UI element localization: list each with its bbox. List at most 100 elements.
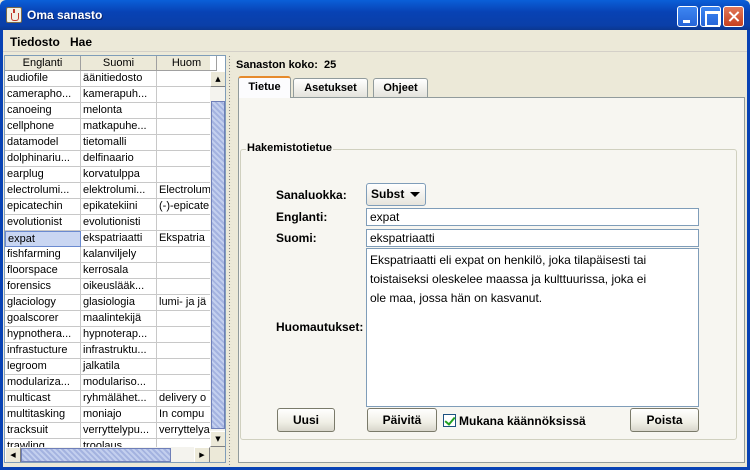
title-bar[interactable]: Oma sanasto xyxy=(0,0,750,30)
menu-search[interactable]: Hae xyxy=(70,35,92,49)
cell-notes[interactable]: In compu xyxy=(157,407,210,423)
cell-english[interactable]: cellphone xyxy=(5,119,81,135)
cell-english[interactable]: floorspace xyxy=(5,263,81,279)
cell-english[interactable]: fishfarming xyxy=(5,247,81,263)
cell-finnish[interactable]: hypnoterap... xyxy=(81,327,157,343)
cell-notes[interactable] xyxy=(157,343,210,359)
cell-finnish[interactable]: troolaus xyxy=(81,439,157,447)
cell-notes[interactable]: (-)-epicate xyxy=(157,199,210,215)
cell-finnish[interactable]: kamerapuh... xyxy=(81,87,157,103)
new-button[interactable]: Uusi xyxy=(277,408,335,432)
table-row[interactable]: hypnothera... hypnoterap... xyxy=(5,327,210,343)
cell-notes[interactable] xyxy=(157,263,210,279)
cell-finnish[interactable]: matkapuhe... xyxy=(81,119,157,135)
cell-notes[interactable] xyxy=(157,151,210,167)
table-row[interactable]: cameraphо... kamerapuh... xyxy=(5,87,210,103)
cell-english[interactable]: multicast xyxy=(5,391,81,407)
table-row[interactable]: datamodel tietomalli xyxy=(5,135,210,151)
cell-finnish[interactable]: korvatulppa xyxy=(81,167,157,183)
cell-english[interactable]: epicatechin xyxy=(5,199,81,215)
column-header-english[interactable]: Englanti xyxy=(5,56,81,71)
cell-finnish[interactable]: ekspatriaatti xyxy=(81,231,157,247)
column-header-finnish[interactable]: Suomi xyxy=(81,56,157,71)
cell-notes[interactable] xyxy=(157,119,210,135)
english-field[interactable]: expat xyxy=(366,208,699,226)
cell-notes[interactable] xyxy=(157,135,210,151)
cell-finnish[interactable]: glasiologia xyxy=(81,295,157,311)
cell-finnish[interactable]: epikatekiini xyxy=(81,199,157,215)
cell-notes[interactable]: verryttelya xyxy=(157,423,210,439)
update-button[interactable]: Päivitä xyxy=(367,408,437,432)
table-row[interactable]: modulariza... modulariso... xyxy=(5,375,210,391)
cell-notes[interactable] xyxy=(157,375,210,391)
delete-button[interactable]: Poista xyxy=(630,408,699,432)
cell-english[interactable]: dolphinariu... xyxy=(5,151,81,167)
cell-english[interactable]: earplug xyxy=(5,167,81,183)
cell-english[interactable]: glaciology xyxy=(5,295,81,311)
split-pane-divider[interactable] xyxy=(227,55,233,465)
scroll-up-arrow-icon[interactable]: ▲ xyxy=(210,71,225,87)
scroll-left-arrow-icon[interactable]: ◀ xyxy=(5,447,21,462)
cell-english[interactable]: infrastucture xyxy=(5,343,81,359)
table-row[interactable]: tracksuit verryttelypu... verryttelya xyxy=(5,423,210,439)
tab-record[interactable]: Tietue xyxy=(238,76,291,98)
finnish-field[interactable]: ekspatriaatti xyxy=(366,229,699,247)
table-row[interactable]: glaciology glasiologia lumi- ja jä xyxy=(5,295,210,311)
cell-english[interactable]: modulariza... xyxy=(5,375,81,391)
cell-finnish[interactable]: oikeuslääk... xyxy=(81,279,157,295)
table-row[interactable]: canoeing melonta xyxy=(5,103,210,119)
table-row[interactable]: epicatechin epikatekiini (-)-epicate xyxy=(5,199,210,215)
cell-notes[interactable] xyxy=(157,71,210,87)
cell-english[interactable]: forensics xyxy=(5,279,81,295)
cell-finnish[interactable]: ryhmälähet... xyxy=(81,391,157,407)
table-row[interactable]: trawling troolaus xyxy=(5,439,210,447)
horizontal-scrollbar[interactable]: ◀ ▶ xyxy=(5,447,210,462)
cell-finnish[interactable]: modulariso... xyxy=(81,375,157,391)
cell-notes[interactable] xyxy=(157,439,210,447)
table-row[interactable]: fishfarming kalanviljely xyxy=(5,247,210,263)
table-row[interactable]: earplug korvatulppa xyxy=(5,167,210,183)
vertical-scrollbar[interactable]: ▲ ▼ xyxy=(210,71,225,447)
table-row[interactable]: cellphone matkapuhe... xyxy=(5,119,210,135)
table-row[interactable]: evolutionist evolutionisti xyxy=(5,215,210,231)
cell-english[interactable]: datamodel xyxy=(5,135,81,151)
cell-finnish[interactable]: kerrosala xyxy=(81,263,157,279)
menu-file[interactable]: Tiedosto xyxy=(10,35,60,49)
tab-settings[interactable]: Asetukset xyxy=(293,78,368,97)
table-row[interactable]: audiofile äänitiedosto xyxy=(5,71,210,87)
cell-english[interactable]: audiofile xyxy=(5,71,81,87)
cell-english[interactable]: evolutionist xyxy=(5,215,81,231)
cell-notes[interactable] xyxy=(157,103,210,119)
table-row[interactable]: expat ekspatriaatti Ekspatria xyxy=(5,231,210,247)
cell-notes[interactable] xyxy=(157,247,210,263)
vocabulary-table[interactable]: Englanti Suomi Huom audiofile äänitiedost… xyxy=(4,55,226,463)
cell-notes[interactable]: lumi- ja jä xyxy=(157,295,210,311)
tab-help[interactable]: Ohjeet xyxy=(373,78,428,97)
cell-english[interactable]: cameraphо... xyxy=(5,87,81,103)
cell-notes[interactable] xyxy=(157,87,210,103)
horizontal-scroll-thumb[interactable] xyxy=(21,448,171,462)
table-row[interactable]: multicast ryhmälähet... delivery o xyxy=(5,391,210,407)
cell-notes[interactable]: Electrolum xyxy=(157,183,210,199)
cell-notes[interactable] xyxy=(157,359,210,375)
cell-english[interactable]: multitasking xyxy=(5,407,81,423)
cell-english[interactable]: legroom xyxy=(5,359,81,375)
cell-finnish[interactable]: verryttelypu... xyxy=(81,423,157,439)
include-checkbox-label[interactable]: Mukana käännöksissä xyxy=(459,414,586,428)
scroll-right-arrow-icon[interactable]: ▶ xyxy=(194,447,210,462)
cell-english[interactable]: hypnothera... xyxy=(5,327,81,343)
notes-textarea[interactable]: Ekspatriaatti eli expat on henkilö, joka… xyxy=(366,248,699,407)
cell-finnish[interactable]: elektrolumi... xyxy=(81,183,157,199)
cell-finnish[interactable]: kalanviljely xyxy=(81,247,157,263)
include-checkbox[interactable] xyxy=(443,414,456,427)
table-row[interactable]: multitasking moniajo In compu xyxy=(5,407,210,423)
minimize-button[interactable] xyxy=(677,6,698,27)
word-class-select[interactable]: Subst xyxy=(366,183,426,206)
cell-finnish[interactable]: äänitiedosto xyxy=(81,71,157,87)
cell-notes[interactable] xyxy=(157,167,210,183)
cell-notes[interactable] xyxy=(157,215,210,231)
cell-notes[interactable] xyxy=(157,327,210,343)
table-row[interactable]: floorspace kerrosala xyxy=(5,263,210,279)
cell-english[interactable]: canoeing xyxy=(5,103,81,119)
table-row[interactable]: electrolumi... elektrolumi... Electrolum xyxy=(5,183,210,199)
